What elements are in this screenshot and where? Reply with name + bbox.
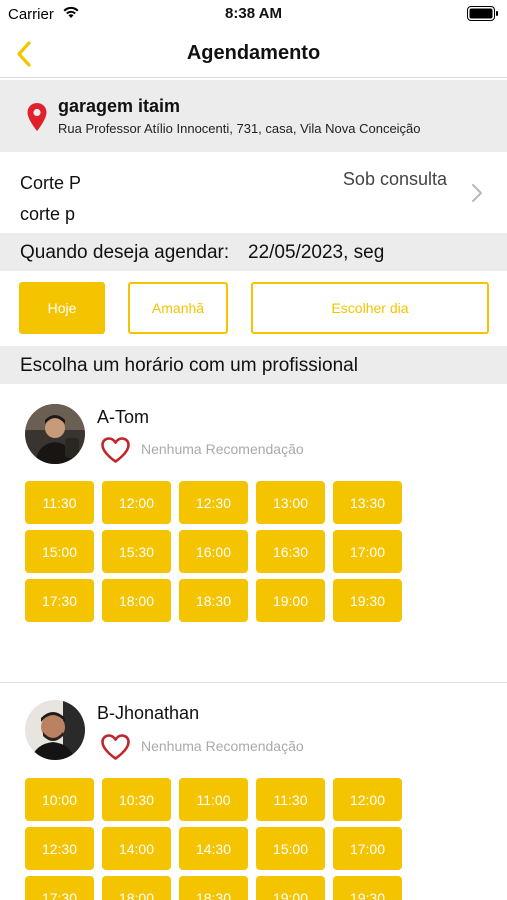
battery-icon [467, 6, 498, 21]
schedule-date: 22/05/2023, seg [248, 242, 385, 263]
professional-name: B-Jhonathan [97, 703, 200, 723]
time-slot-button[interactable]: 12:00 [102, 481, 171, 524]
tomorrow-button[interactable]: Amanhã [128, 282, 228, 334]
recommendation-text: Nenhuma Recomendação [141, 738, 304, 754]
location-pin-icon [27, 103, 47, 131]
time-slot-button[interactable]: 18:00 [102, 876, 171, 900]
time-slot-button[interactable]: 12:30 [25, 827, 94, 870]
professional-card: A-Tom Nenhuma Recomendação 11:30 12:00 12:… [0, 384, 507, 682]
time-slot-button[interactable]: 19:30 [333, 876, 402, 900]
time-slot-button[interactable]: 18:00 [102, 579, 171, 622]
location-address: Rua Professor Atílio Innocenti, 731, cas… [58, 121, 421, 136]
time-slot-button[interactable]: 10:00 [25, 778, 94, 821]
location-name: garagem itaim [58, 96, 181, 116]
avatar [25, 700, 85, 760]
choose-day-button[interactable]: Escolher dia [251, 282, 489, 334]
time-slot-button[interactable]: 13:00 [256, 481, 325, 524]
location-header: garagem itaim Rua Professor Atílio Innoc… [0, 80, 507, 152]
time-slot-button[interactable]: 11:30 [25, 481, 94, 524]
service-name: Corte P [20, 173, 82, 193]
time-slot-button[interactable]: 17:00 [333, 530, 402, 573]
schedule-label: Quando deseja agendar: [20, 242, 230, 263]
time-slot-button[interactable]: 19:30 [333, 579, 402, 622]
time-slot-button[interactable]: 19:00 [256, 579, 325, 622]
service-description: corte p [20, 204, 76, 224]
time-slot-button[interactable]: 17:30 [25, 876, 94, 900]
time-slot-button[interactable]: 16:30 [256, 530, 325, 573]
schedule-date-row: Quando deseja agendar: 22/05/2023, seg [0, 233, 507, 271]
service-price: Sob consulta [342, 169, 447, 189]
time-slot-button[interactable]: 16:00 [179, 530, 248, 573]
time-slot-button[interactable]: 15:00 [25, 530, 94, 573]
today-button[interactable]: Hoje [19, 282, 105, 334]
page-title: Agendamento [186, 42, 321, 64]
heart-icon[interactable] [100, 733, 131, 761]
time-slot-button[interactable]: 14:30 [179, 827, 248, 870]
time-slot-button[interactable]: 17:30 [25, 579, 94, 622]
recommendation-text: Nenhuma Recomendação [141, 441, 304, 457]
professional-card: B-Jhonathan Nenhuma Recomendação 10:00 10… [0, 683, 507, 900]
time-slot-button[interactable]: 15:00 [256, 827, 325, 870]
time-slot-button[interactable]: 11:00 [179, 778, 248, 821]
time-slot-button[interactable]: 12:00 [333, 778, 402, 821]
time-slot-button[interactable]: 18:30 [179, 876, 248, 900]
time-slot-button[interactable]: 18:30 [179, 579, 248, 622]
time-slot-button[interactable]: 19:00 [256, 876, 325, 900]
choose-professional-header: Escolha um horário com um profissional [0, 346, 507, 384]
avatar [25, 404, 85, 464]
time-slot-button[interactable]: 10:30 [102, 778, 171, 821]
time-slot-button[interactable]: 11:30 [256, 778, 325, 821]
time-slot-button[interactable]: 17:00 [333, 827, 402, 870]
chevron-right-icon [472, 184, 482, 202]
time-slot-button[interactable]: 12:30 [179, 481, 248, 524]
heart-icon[interactable] [100, 436, 131, 464]
time-slot-button[interactable]: 14:00 [102, 827, 171, 870]
time-slot-button[interactable]: 15:30 [102, 530, 171, 573]
status-bar: Carrier 8:38 AM [0, 0, 507, 30]
time-slot-button[interactable]: 13:30 [333, 481, 402, 524]
professional-name: A-Tom [97, 407, 150, 427]
status-time: 8:38 AM [225, 5, 282, 22]
service-row[interactable]: Corte P corte p Sob consulta [0, 153, 507, 233]
navigation-bar: Agendamento [0, 30, 507, 78]
choose-professional-label: Escolha um horário com um profissional [20, 355, 358, 376]
